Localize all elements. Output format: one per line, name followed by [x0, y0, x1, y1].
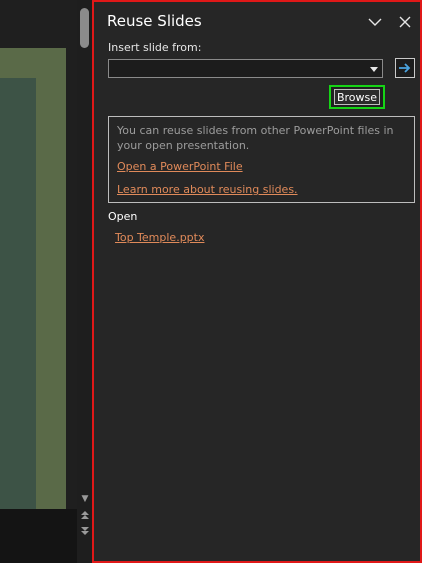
go-button[interactable] [395, 58, 415, 78]
reuse-slides-pane: Reuse Slides Insert slide from: Browse Y… [92, 0, 422, 563]
open-powerpoint-file-link[interactable]: Open a PowerPoint File [117, 160, 243, 173]
open-section-label: Open [108, 210, 138, 223]
slide-canvas[interactable] [0, 48, 66, 525]
learn-more-link[interactable]: Learn more about reusing slides. [117, 183, 298, 196]
pane-title: Reuse Slides [107, 12, 202, 30]
scroll-down-arrow-icon[interactable]: ▼ [77, 494, 93, 504]
close-icon[interactable] [398, 14, 412, 28]
vertical-scrollbar[interactable]: ▼ [77, 0, 93, 563]
insert-slide-from-label: Insert slide from: [108, 41, 202, 54]
double-down-arrow-icon[interactable] [77, 526, 93, 539]
editor-bottom-area [0, 509, 77, 563]
browse-button[interactable]: Browse [329, 85, 385, 109]
chevron-down-icon[interactable] [367, 14, 383, 28]
slide-editor-area[interactable] [0, 0, 77, 563]
slide-source-combobox[interactable] [108, 59, 383, 78]
open-file-link-top-temple[interactable]: Top Temple.pptx [115, 231, 204, 244]
reuse-info-text: You can reuse slides from other PowerPoi… [117, 124, 394, 152]
slide-content-placeholder[interactable] [0, 78, 36, 525]
scrollbar-thumb[interactable] [80, 8, 89, 48]
browse-button-label: Browse [336, 91, 378, 104]
double-up-arrow-icon[interactable] [77, 510, 93, 523]
reuse-info-box: You can reuse slides from other PowerPoi… [108, 116, 415, 203]
dropdown-arrow-icon[interactable] [370, 67, 378, 72]
arrow-right-icon [399, 63, 411, 73]
